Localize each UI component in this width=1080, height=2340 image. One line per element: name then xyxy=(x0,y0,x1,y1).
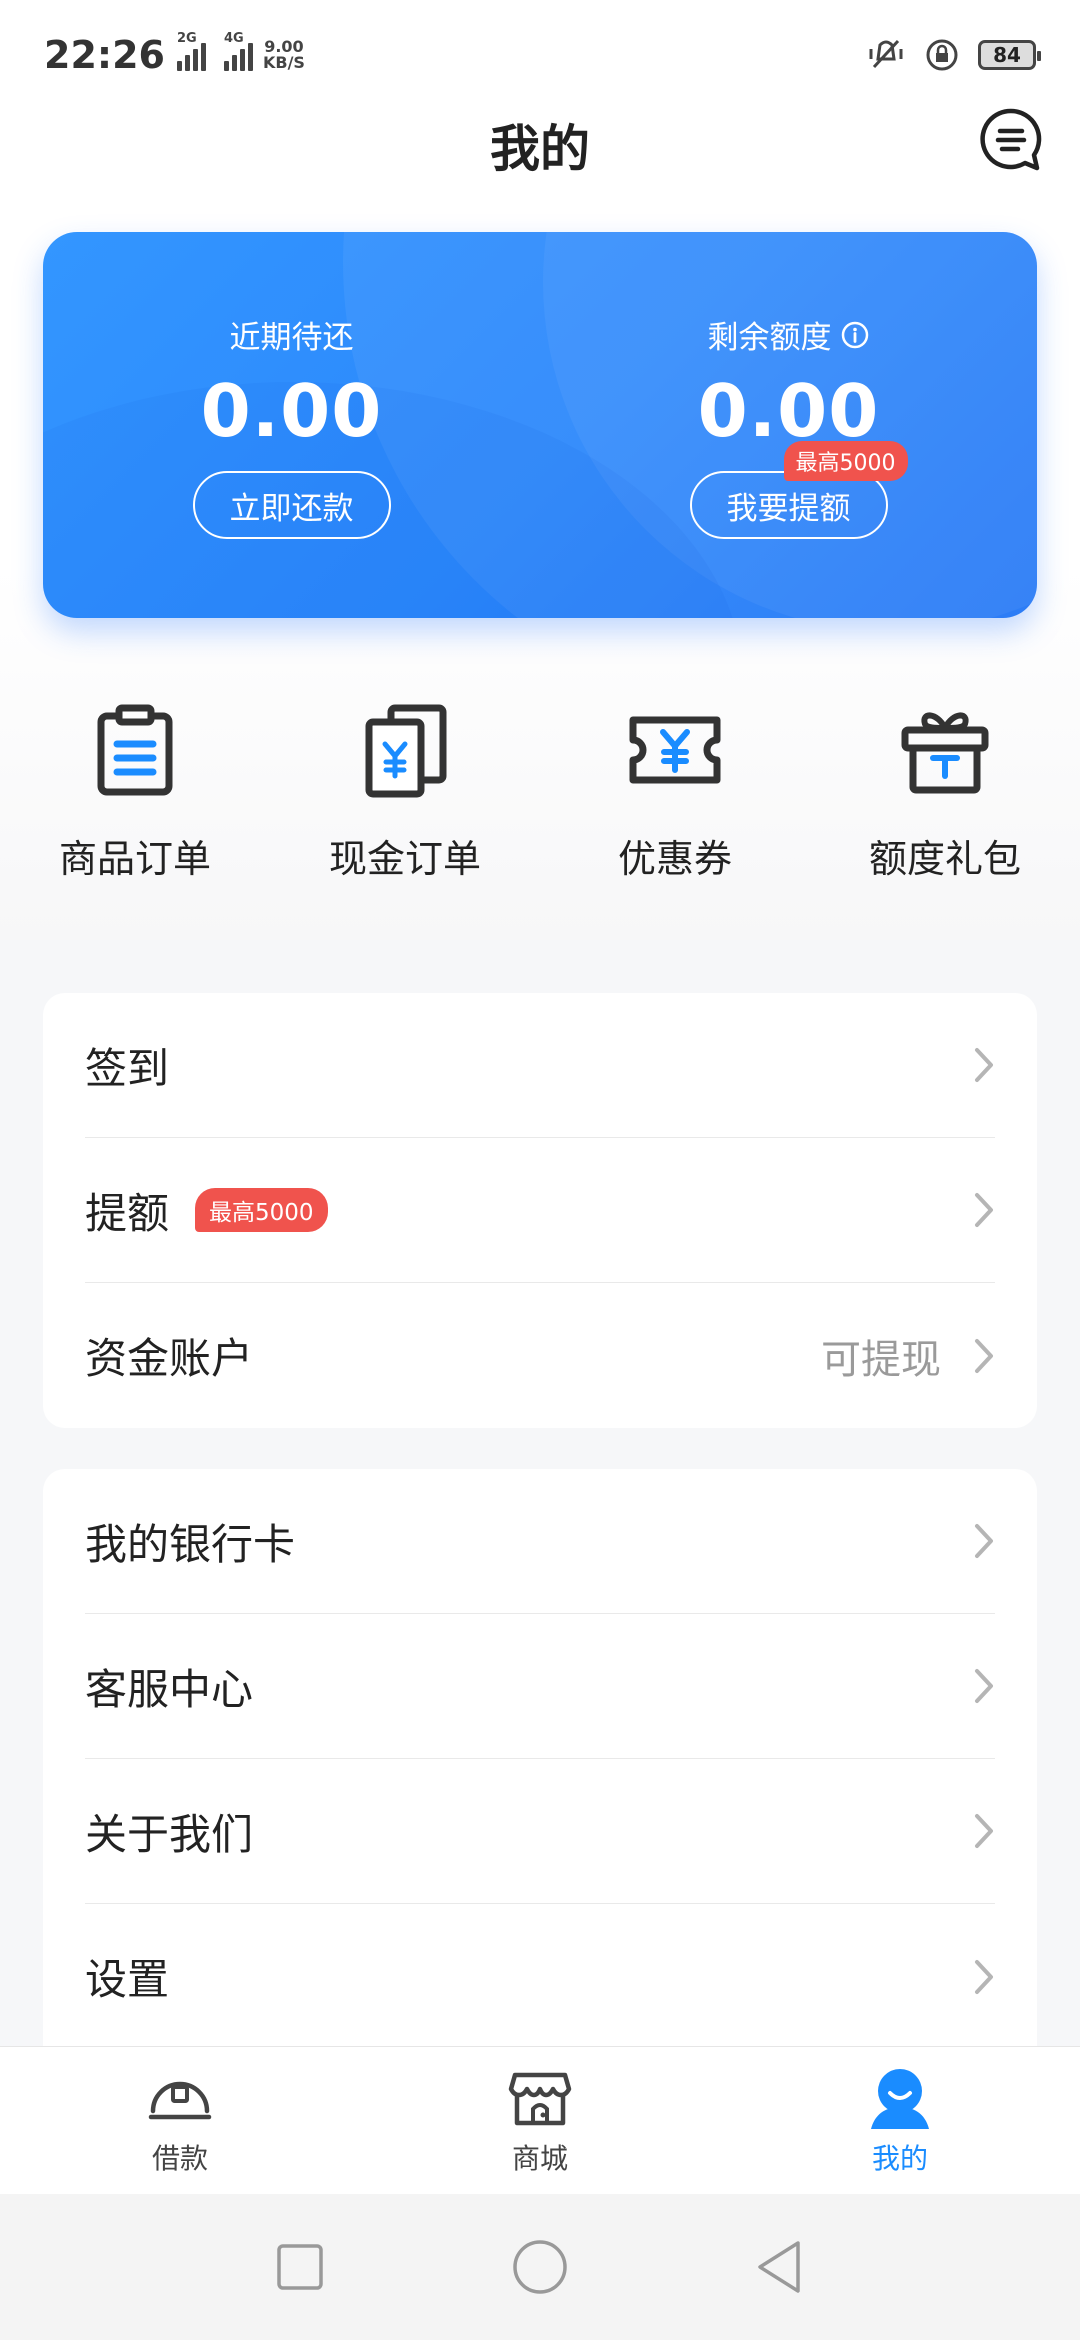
chevron-right-icon xyxy=(975,1959,993,1994)
max-limit-badge: 最高5000 xyxy=(195,1188,328,1232)
menu-item-checkin[interactable]: 签到 xyxy=(85,993,995,1138)
page-title: 我的 xyxy=(490,120,590,178)
back-icon[interactable] xyxy=(750,2237,810,2297)
nav-tab-mall[interactable]: 商城 xyxy=(360,2047,720,2194)
gift-icon xyxy=(901,712,989,794)
max-limit-badge: 最高5000 xyxy=(783,441,908,481)
menu-group-secondary: 我的银行卡 客服中心 关于我们 设置 xyxy=(43,1469,1037,2049)
menu-item-settings[interactable]: 设置 xyxy=(85,1904,995,2049)
coupon-icon xyxy=(629,716,721,784)
credit-summary-card: 近期待还 0.00 立即还款 剩余额度 0.00 我要提额 最高5000 xyxy=(43,232,1037,618)
signal-2g-icon: 2G xyxy=(176,31,206,71)
status-time: 22:26 xyxy=(44,33,165,77)
vibrate-mute-icon xyxy=(869,39,903,69)
repayment-label: 近期待还 xyxy=(229,320,354,356)
quick-credit-gift[interactable]: 额度礼包 xyxy=(810,700,1080,920)
nav-tab-loan[interactable]: 借款 xyxy=(0,2047,360,2194)
loan-icon xyxy=(148,2081,212,2119)
chevron-right-icon xyxy=(975,1048,993,1082)
menu-item-fund-account[interactable]: 资金账户 可提现 xyxy=(85,1283,995,1428)
menu-group-primary: 签到 提额 最高5000 资金账户 可提现 xyxy=(43,993,1037,1428)
menu-item-raise-limit[interactable]: 提额 最高5000 xyxy=(85,1138,995,1283)
quick-cash-orders[interactable]: 现金订单 xyxy=(270,700,540,920)
network-speed: 9.00 KB/S xyxy=(262,37,305,72)
repay-now-button[interactable]: 立即还款 xyxy=(192,471,391,539)
chevron-right-icon xyxy=(975,1814,993,1848)
chevron-right-icon xyxy=(975,1669,993,1703)
raise-limit-button[interactable]: 我要提额 最高5000 xyxy=(689,441,908,539)
system-navigation-bar xyxy=(0,2194,1080,2340)
signal-indicators: 2G 4G xyxy=(176,31,253,71)
menu-item-bank-card[interactable]: 我的银行卡 xyxy=(85,1469,995,1614)
signal-4g-icon: 4G xyxy=(223,31,253,71)
bottom-navigation: 借款 商城 我的 xyxy=(0,2046,1080,2194)
chevron-right-icon xyxy=(975,1193,993,1227)
chevron-right-icon xyxy=(975,1524,993,1558)
menu-item-customer-service[interactable]: 客服中心 xyxy=(85,1614,995,1759)
remaining-credit-section: 剩余额度 0.00 我要提额 最高5000 xyxy=(540,232,1037,618)
chat-bubble-icon[interactable] xyxy=(976,105,1046,175)
recent-apps-icon[interactable] xyxy=(270,2237,330,2297)
chevron-right-icon xyxy=(975,1338,993,1373)
status-bar: 22:26 2G 4G 9.00 KB/S 84 xyxy=(0,0,1080,110)
rotation-lock-icon xyxy=(926,39,958,71)
quick-entries: 商品订单 现金订单 优惠券 额度礼包 xyxy=(0,700,1080,920)
store-icon xyxy=(508,2072,572,2125)
quick-coupons[interactable]: 优惠券 xyxy=(540,700,810,920)
clipboard-icon xyxy=(97,704,173,796)
quick-goods-orders[interactable]: 商品订单 xyxy=(0,700,270,920)
cash-docs-icon xyxy=(365,704,447,798)
remaining-credit-label: 剩余额度 xyxy=(708,312,870,357)
battery-indicator: 84 xyxy=(978,40,1041,70)
profile-icon xyxy=(871,2068,929,2129)
status-right: 84 xyxy=(866,37,1041,73)
repayment-amount: 0.00 xyxy=(200,369,383,453)
page-header: 我的 xyxy=(0,105,1080,185)
repayment-section: 近期待还 0.00 立即还款 xyxy=(43,232,540,618)
home-icon[interactable] xyxy=(510,2237,570,2297)
menu-item-about-us[interactable]: 关于我们 xyxy=(85,1759,995,1904)
nav-tab-mine[interactable]: 我的 xyxy=(720,2047,1080,2194)
withdrawable-text: 可提现 xyxy=(821,1336,941,1383)
info-icon[interactable] xyxy=(840,320,870,350)
